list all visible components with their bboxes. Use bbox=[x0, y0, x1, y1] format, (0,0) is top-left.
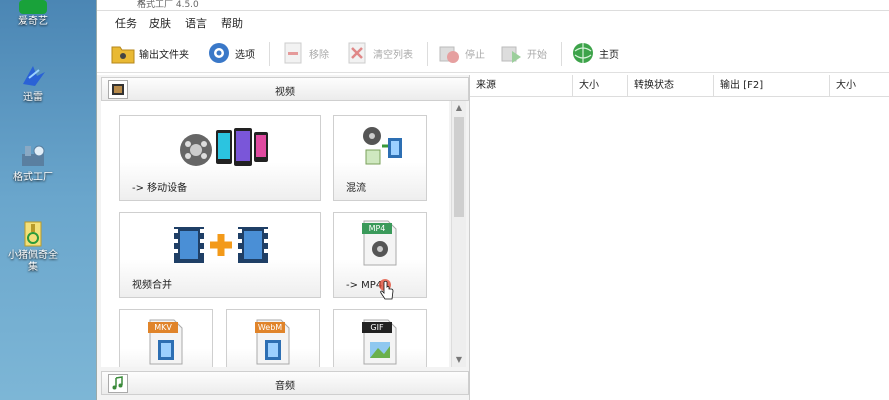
globe-icon bbox=[571, 41, 595, 65]
options-button[interactable]: 选项 bbox=[207, 41, 255, 65]
zip-file-icon bbox=[19, 220, 47, 248]
clear-list-button[interactable]: 清空列表 bbox=[345, 41, 413, 65]
format-badge: MKV bbox=[148, 322, 178, 333]
desktop-icon-xunlei[interactable]: 迅雷 bbox=[6, 62, 60, 104]
menu-language[interactable]: 语言 bbox=[185, 15, 207, 31]
desktop-icon-label: 格式工厂 bbox=[13, 172, 53, 183]
column-output[interactable]: 输出 [F2] bbox=[714, 75, 830, 97]
desktop-icon-peppa[interactable]: 小猪佩奇全集 bbox=[6, 220, 60, 274]
column-source[interactable]: 来源 bbox=[470, 75, 573, 97]
tile-webm[interactable]: WebM bbox=[226, 309, 320, 367]
tile-mkv[interactable]: MKV bbox=[119, 309, 213, 367]
category-label: 音频 bbox=[275, 381, 295, 392]
desktop-icon-label: 迅雷 bbox=[23, 92, 43, 103]
gif-icon: GIF bbox=[360, 318, 400, 366]
grid-scrollbar[interactable]: ▲ ▼ bbox=[451, 101, 466, 367]
close-icon[interactable]: × bbox=[137, 0, 872, 7]
desktop-icon-format-factory[interactable]: 格式工厂 bbox=[6, 142, 60, 184]
factory-icon bbox=[19, 142, 47, 170]
tile-mux[interactable]: 混流 bbox=[333, 115, 427, 201]
column-output-size[interactable]: 大小 bbox=[830, 75, 889, 97]
stop-icon bbox=[437, 41, 461, 65]
toolbar-separator bbox=[561, 42, 562, 66]
clear-icon bbox=[345, 41, 369, 65]
desktop-icon-label: 小猪佩奇全集 bbox=[8, 250, 58, 273]
remove-button[interactable]: 移除 bbox=[281, 41, 329, 65]
format-badge: WebM bbox=[255, 322, 285, 333]
start-button[interactable]: 开始 bbox=[499, 41, 547, 65]
conversion-grid: -> 移动设备 混流 视频合并 MP4 -> MP4 MKV WebM GIF bbox=[101, 101, 449, 367]
menu-task[interactable]: 任务 bbox=[115, 15, 137, 31]
format-badge: MP4 bbox=[362, 223, 392, 234]
folder-icon bbox=[111, 41, 135, 65]
toolbar: 输出文件夹 选项 移除 清空列表 停止 开始 主页 bbox=[97, 34, 889, 73]
mux-icon bbox=[363, 127, 402, 165]
start-icon bbox=[499, 41, 523, 65]
format-badge: GIF bbox=[362, 322, 392, 333]
app-icon bbox=[19, 0, 47, 14]
desktop-icon-label: 爱奇艺 bbox=[18, 16, 48, 27]
bird-icon bbox=[19, 62, 47, 90]
title-bar: 格式工厂 4.5.0 × bbox=[97, 0, 889, 11]
tile-mobile-device[interactable]: -> 移动设备 bbox=[119, 115, 321, 201]
toolbar-separator bbox=[427, 42, 428, 66]
toolbar-separator bbox=[269, 42, 270, 66]
stop-button[interactable]: 停止 bbox=[437, 41, 485, 65]
video-merge-icon bbox=[174, 227, 268, 263]
gear-icon bbox=[207, 41, 231, 65]
mobile-device-icon bbox=[180, 128, 268, 166]
output-folder-button[interactable]: 输出文件夹 bbox=[111, 41, 189, 65]
desktop-icon-iqiyi[interactable]: 爱奇艺 bbox=[6, 0, 60, 28]
category-audio[interactable]: 音频 bbox=[101, 371, 469, 395]
desktop: 爱奇艺 迅雷 格式工厂 小猪佩奇全集 bbox=[0, 0, 96, 400]
app-window: 格式工厂 4.5.0 × 任务 皮肤 语言 帮助 输出文件夹 选项 移除 清空列… bbox=[96, 0, 889, 400]
menu-bar: 任务 皮肤 语言 帮助 bbox=[97, 11, 889, 31]
column-size[interactable]: 大小 bbox=[573, 75, 628, 97]
tile-label: -> MP4 bbox=[346, 280, 383, 291]
tile-label: 混流 bbox=[346, 183, 366, 194]
home-button[interactable]: 主页 bbox=[571, 41, 619, 65]
tile-label: 视频合并 bbox=[132, 280, 172, 291]
tile-label: -> 移动设备 bbox=[132, 183, 188, 194]
menu-skin[interactable]: 皮肤 bbox=[149, 15, 171, 31]
task-list: 来源 大小 转换状态 输出 [F2] 大小 bbox=[470, 75, 889, 400]
scroll-down-icon[interactable]: ▼ bbox=[452, 353, 466, 367]
hand-cursor-icon bbox=[379, 279, 394, 300]
remove-icon bbox=[281, 41, 305, 65]
conversion-panel: 视频 -> 移动设备 混流 视频合并 MP4 -> MP4 MKV WebM G… bbox=[97, 75, 470, 400]
mp4-icon: MP4 bbox=[360, 219, 400, 267]
webm-icon: WebM bbox=[253, 318, 293, 366]
scroll-up-icon[interactable]: ▲ bbox=[452, 101, 466, 115]
category-video[interactable]: 视频 bbox=[101, 77, 469, 101]
mkv-icon: MKV bbox=[146, 318, 186, 366]
scroll-thumb[interactable] bbox=[454, 117, 464, 217]
tile-video-merge[interactable]: 视频合并 bbox=[119, 212, 321, 298]
category-label: 视频 bbox=[275, 87, 295, 98]
column-status[interactable]: 转换状态 bbox=[628, 75, 714, 97]
tile-gif[interactable]: GIF bbox=[333, 309, 427, 367]
menu-help[interactable]: 帮助 bbox=[221, 15, 243, 31]
